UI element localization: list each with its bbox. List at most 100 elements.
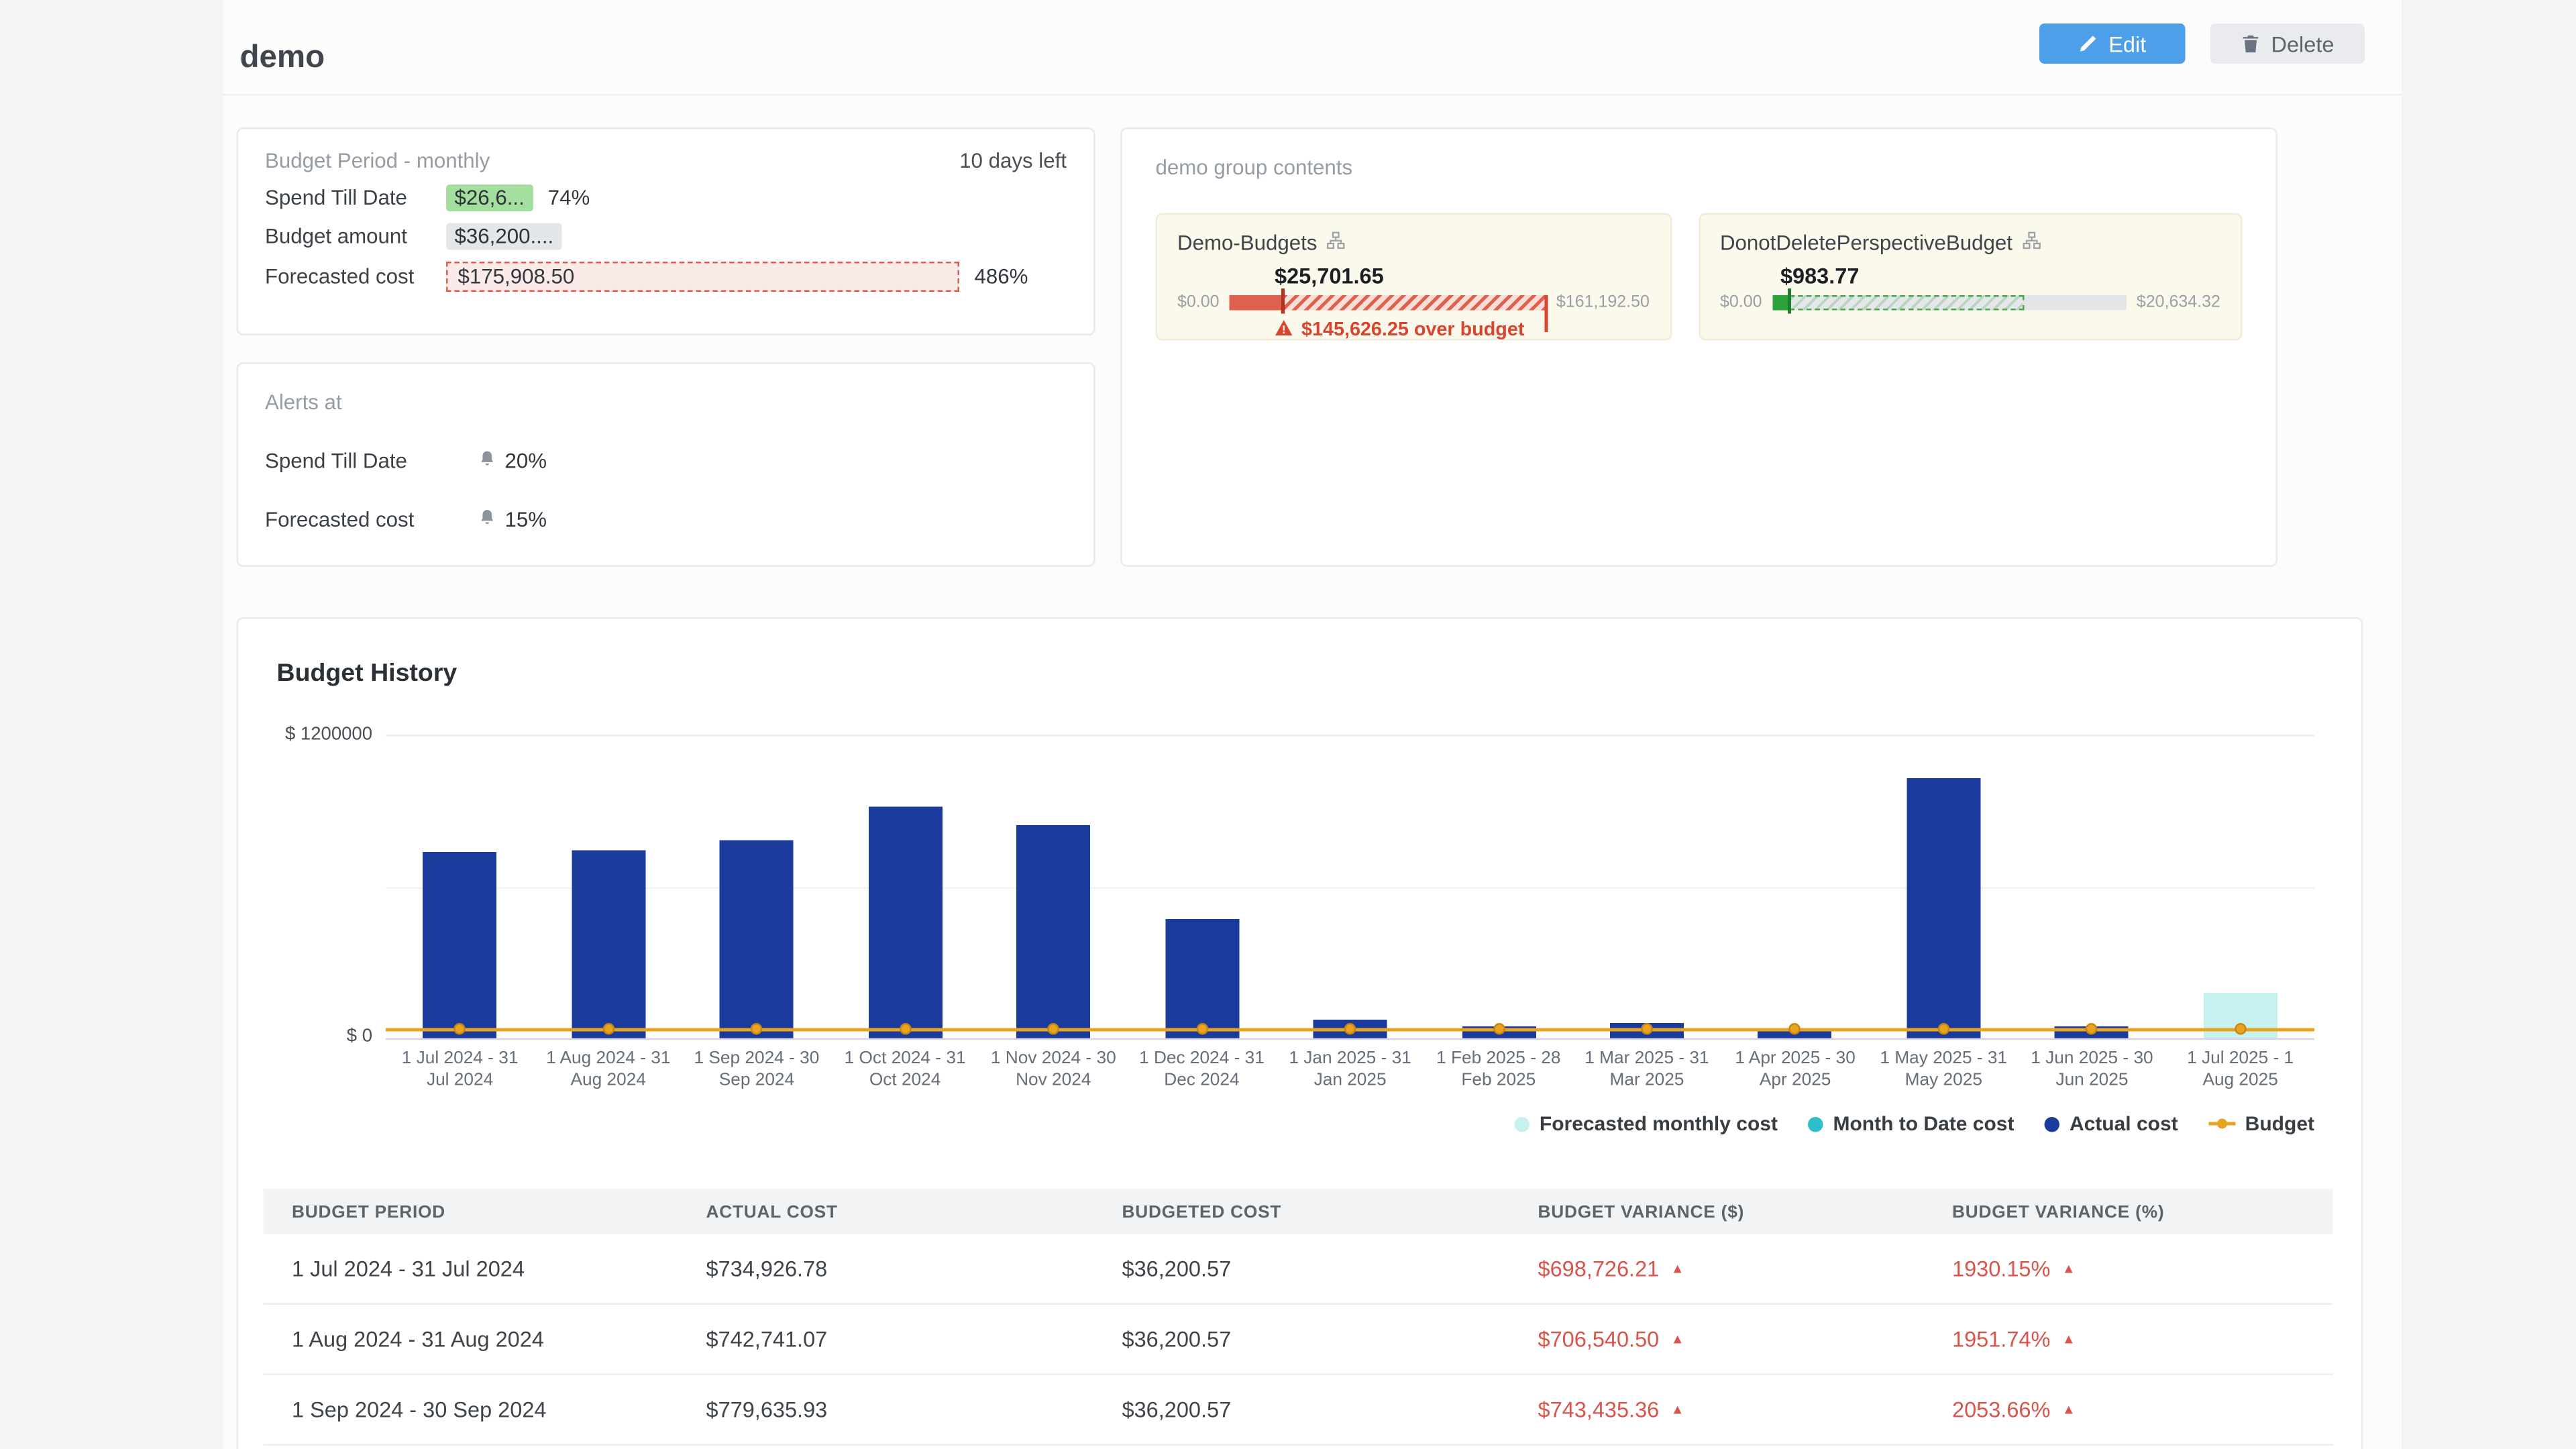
warning-icon [1275,319,1293,342]
column-header[interactable]: ACTUAL COST [678,1201,1093,1222]
chart-bar-slot [1870,735,2018,1038]
spend-till-date-label: Spend Till Date [265,186,446,210]
y-axis-max-label: $ 1200000 [245,724,372,745]
table-row[interactable]: 1 Aug 2024 - 31 Aug 2024 $742,741.07 $36,2… [264,1305,2333,1375]
budget-line-point[interactable] [1493,1023,1505,1035]
budgeted-cost-cell: $36,200.57 [1093,1256,1509,1282]
cell-value: $706,540.50 [1538,1327,1660,1352]
budget-line-point[interactable] [602,1023,614,1035]
budget-spend-amount: $983.77 [1780,264,2220,289]
budget-line-point[interactable] [2235,1023,2247,1035]
over-budget-segment [1283,295,1546,311]
actual-cost-bar[interactable] [572,850,645,1038]
legend-item[interactable]: Actual cost [2044,1112,2178,1136]
table-row[interactable]: 1 Jul 2024 - 31 Jul 2024 $734,926.78 $36,2… [264,1234,2333,1305]
budget-period-cell: 1 Jul 2024 - 31 Jul 2024 [264,1256,678,1282]
forecasted-cost-value: $175,908.50 [446,262,959,292]
bar-max-label: $20,634.32 [2137,294,2220,313]
over-budget-text: $145,626.25 over budget [1301,321,1524,341]
budget-tile-demo-budgets[interactable]: Demo-Budgets $25,701.65 $0.00 [1156,213,1672,341]
alert-row-forecast: Forecasted cost 15% [265,505,1067,535]
x-axis-label: 1 Sep 2024 - 30 Sep 2024 [682,1049,830,1093]
chart-bar-slot [831,735,979,1038]
actual-cost-bar[interactable] [1016,826,1090,1038]
legend-item[interactable]: Month to Date cost [1808,1112,2015,1136]
cell-value: $734,926.78 [706,1256,828,1282]
cell-value: 1 Aug 2024 - 31 Aug 2024 [292,1327,544,1352]
budget-spend-amount: $25,701.65 [1275,264,1650,289]
budget-history-title: Budget History [277,659,458,688]
actual-cost-bar[interactable] [720,841,794,1038]
budget-amount-row: Budget amount $36,200.... [265,223,1067,250]
chart-bar-slot [979,735,1128,1038]
budget-progress-bar[interactable] [1772,295,2127,311]
budget-progress-bar[interactable] [1230,295,1546,311]
cell-value: $36,200.57 [1122,1327,1232,1352]
up-triangle-icon: ▲ [1671,1261,1684,1277]
budget-variance-cell: $706,540.50 ▲ [1509,1327,1924,1352]
group-contents-title: demo group contents [1156,156,1353,180]
budget-line-point[interactable] [751,1023,763,1035]
budget-period-cell: 1 Aug 2024 - 31 Aug 2024 [264,1327,678,1352]
x-axis-label: 1 Jun 2025 - 30 Jun 2025 [2018,1049,2166,1093]
budget-line-point[interactable] [1048,1023,1060,1035]
table-row[interactable]: 1 Sep 2024 - 30 Sep 2024$779,635.93$36,2… [264,1375,2333,1446]
budget-line-point[interactable] [1641,1023,1653,1035]
chart-bar-slot [1721,735,1870,1038]
up-triangle-icon: ▲ [2062,1332,2076,1347]
legend-item[interactable]: Forecasted monthly cost [1514,1112,1778,1136]
page-header: demo Edit Delete [223,0,2402,96]
budget-line-point[interactable] [454,1023,466,1035]
column-header[interactable]: BUDGET VARIANCE (%) [1924,1201,2333,1222]
actual-cost-bar[interactable] [423,852,497,1038]
legend-item[interactable]: Budget [2208,1112,2314,1136]
x-axis-label: 1 Apr 2025 - 30 Apr 2025 [1721,1049,1870,1093]
spend-marker [1788,288,1791,314]
budget-line-point[interactable] [1789,1023,1801,1035]
budget-variance-pct-cell: 1930.15% ▲ [1924,1256,2333,1282]
budget-line-point[interactable] [1344,1023,1356,1035]
chart-bar-slot [682,735,830,1038]
chart-bar-slot [386,735,534,1038]
column-header[interactable]: BUDGET VARIANCE ($) [1509,1201,1924,1222]
budget-line-point[interactable] [899,1023,911,1035]
chart-bar-slot [2166,735,2314,1038]
column-header[interactable]: BUDGETED COST [1093,1201,1509,1222]
alert-row-spend: Spend Till Date 20% [265,446,1067,476]
up-triangle-icon: ▲ [2062,1261,2076,1277]
cell-value: $779,635.93 [706,1397,828,1423]
delete-button-label: Delete [2271,31,2334,56]
budget-line-point[interactable] [1196,1023,1208,1035]
up-triangle-icon: ▲ [1671,1332,1684,1347]
budget-period-card: Budget Period - monthly 10 days left Spe… [237,127,1095,335]
table-header-row: BUDGET PERIODACTUAL COSTBUDGETED COSTBUD… [264,1189,2333,1235]
budget-amount-value: $36,200.... [446,223,562,250]
spend-marker [1281,288,1285,314]
cell-value: 1951.74% [1952,1327,2050,1352]
group-contents-card: demo group contents Demo-Budgets $25,701… [1120,127,2277,567]
bar-max-label: $161,192.50 [1556,294,1650,313]
cell-value: 1930.15% [1952,1256,2050,1282]
chart-bar-slot [1128,735,1276,1038]
chart-bar-slot [534,735,682,1038]
edit-button[interactable]: Edit [2039,23,2186,64]
alerts-title: Alerts at [265,391,342,415]
actual-cost-bar[interactable] [1907,777,1980,1038]
legend-label: Forecasted monthly cost [1540,1112,1778,1136]
actual-cost-bar[interactable] [868,807,942,1038]
actual-cost-bar[interactable] [1165,919,1238,1038]
budget-tile-donotdelete[interactable]: DonotDeletePerspectiveBudget $983.77 $0.… [1698,213,2242,341]
actual-cost-cell: $742,741.07 [678,1327,1093,1352]
alerts-card: Alerts at Spend Till Date 20% Forecasted… [237,362,1095,567]
budgeted-cost-cell: $36,200.57 [1093,1397,1509,1423]
legend-label: Actual cost [2070,1112,2178,1136]
up-triangle-icon: ▲ [2062,1402,2076,1417]
spend-segment [1230,295,1283,311]
x-axis-label: 1 Feb 2025 - 28 Feb 2025 [1424,1049,1572,1093]
column-header[interactable]: BUDGET PERIOD [264,1201,678,1222]
budget-line-point[interactable] [2086,1023,2098,1035]
delete-button[interactable]: Delete [2210,23,2365,64]
budget-variance-pct-cell: 2053.66%▲ [1924,1397,2333,1423]
budget-line-point[interactable] [1938,1023,1950,1035]
spend-till-date-value: $26,6... [446,184,533,211]
